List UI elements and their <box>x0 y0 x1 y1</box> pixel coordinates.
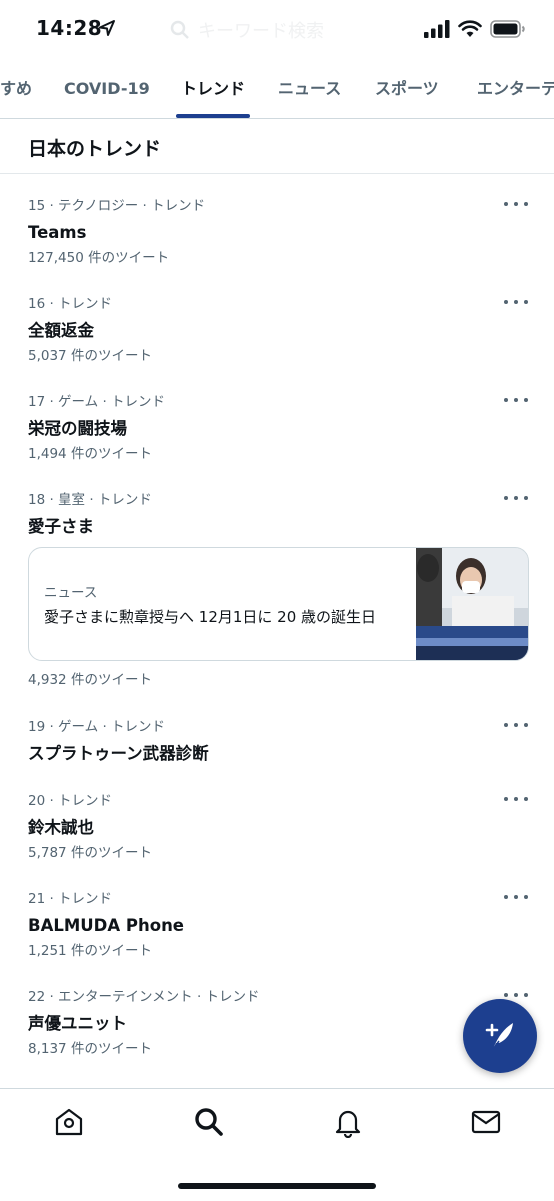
more-icon[interactable] <box>504 889 528 905</box>
more-icon[interactable] <box>504 196 528 212</box>
tab-news[interactable]: ニュース <box>278 64 341 118</box>
trend-tweet-count: 5,037 件のツイート <box>28 348 152 364</box>
trend-tweet-count: 4,932 件のツイート <box>28 672 152 688</box>
more-icon[interactable] <box>504 717 528 733</box>
news-card[interactable]: ニュース 愛子さまに勲章授与へ 12月1日に 20 歳の誕生日 <box>28 547 529 661</box>
more-icon[interactable] <box>504 392 528 408</box>
trend-tweet-count: 8,137 件のツイート <box>28 1041 152 1057</box>
compose-tweet-icon <box>485 1023 513 1050</box>
trend-name: 愛子さま <box>28 517 94 536</box>
trend-name: 栄冠の闘技場 <box>28 419 127 438</box>
battery-icon <box>490 20 525 38</box>
tab-recommended[interactable]: すめ <box>0 64 32 118</box>
home-indicator[interactable] <box>178 1183 376 1189</box>
trend-name: 声優ユニット <box>28 1014 127 1033</box>
search-placeholder: キーワード検索 <box>198 21 324 42</box>
trend-meta: 22 · エンターテインメント · トレンド <box>28 989 260 1005</box>
trend-meta: 20 · トレンド <box>28 793 113 809</box>
wifi-icon <box>458 20 482 37</box>
news-thumbnail-image <box>416 548 528 660</box>
search-icon[interactable] <box>193 1106 225 1138</box>
trend-item[interactable]: 21 · トレンド BALMUDA Phone 1,251 件のツイート <box>28 889 528 961</box>
section-title: 日本のトレンド <box>28 138 162 160</box>
trend-name: スプラトゥーン武器診断 <box>28 744 209 763</box>
more-icon[interactable] <box>504 791 528 807</box>
trend-meta: 16 · トレンド <box>28 296 113 312</box>
tab-entertainment[interactable]: エンターテ <box>477 64 554 118</box>
trend-item[interactable]: 16 · トレンド 全額返金 5,037 件のツイート <box>28 294 528 366</box>
news-headline: 愛子さまに勲章授与へ 12月1日に 20 歳の誕生日 <box>44 608 377 626</box>
trend-item[interactable]: 15 · テクノロジー · トレンド Teams 127,450 件のツイート <box>28 196 528 268</box>
trend-tweet-count: 1,251 件のツイート <box>28 943 152 959</box>
trend-meta: 18 · 皇室 · トレンド <box>28 492 152 508</box>
trend-name: 全額返金 <box>28 321 94 340</box>
trend-name: Teams <box>28 223 87 242</box>
trend-item[interactable]: 22 · エンターテインメント · トレンド 声優ユニット 8,137 件のツイ… <box>28 987 528 1059</box>
tab-covid-19[interactable]: COVID-19 <box>64 64 150 118</box>
search-field-ghost[interactable]: キーワード検索 <box>170 14 380 46</box>
trend-name: 鈴木誠也 <box>28 818 94 837</box>
signal-icon <box>424 20 450 38</box>
more-icon[interactable] <box>504 294 528 310</box>
trend-meta: 17 · ゲーム · トレンド <box>28 394 166 410</box>
search-ghost-icon <box>170 20 189 39</box>
trend-tweet-count: 5,787 件のツイート <box>28 845 152 861</box>
trend-meta: 15 · テクノロジー · トレンド <box>28 198 206 214</box>
more-icon[interactable] <box>504 490 528 506</box>
trend-tweet-count: 127,450 件のツイート <box>28 250 170 266</box>
trend-meta: 19 · ゲーム · トレンド <box>28 719 166 735</box>
news-label: ニュース <box>44 585 98 601</box>
home-icon[interactable] <box>53 1106 85 1138</box>
trend-tweet-count: 1,494 件のツイート <box>28 446 152 462</box>
notifications-bell-icon[interactable] <box>332 1106 364 1138</box>
trend-meta: 21 · トレンド <box>28 891 113 907</box>
tab-sports[interactable]: スポーツ <box>375 64 439 118</box>
status-time: 14:28 <box>36 16 103 40</box>
trend-item[interactable]: 18 · 皇室 · トレンド 愛子さま <box>28 490 528 540</box>
divider <box>0 173 554 174</box>
trend-item[interactable]: 19 · ゲーム · トレンド スプラトゥーン武器診断 <box>28 717 528 767</box>
messages-mail-icon[interactable] <box>470 1106 502 1138</box>
active-tab-indicator <box>176 114 250 118</box>
compose-tweet-button[interactable] <box>463 999 537 1073</box>
status-icons <box>424 20 526 38</box>
trend-item[interactable]: 20 · トレンド 鈴木誠也 5,787 件のツイート <box>28 791 528 863</box>
status-bar: 14:28 キーワード検索 <box>0 0 554 64</box>
trend-item[interactable]: 17 · ゲーム · トレンド 栄冠の闘技場 1,494 件のツイート <box>28 392 528 464</box>
location-arrow-icon <box>99 20 115 36</box>
trend-name: BALMUDA Phone <box>28 916 185 935</box>
tab-trends[interactable]: トレンド <box>181 64 245 118</box>
explore-tabs: すめ COVID-19 トレンド ニュース スポーツ エンターテ <box>0 64 554 119</box>
